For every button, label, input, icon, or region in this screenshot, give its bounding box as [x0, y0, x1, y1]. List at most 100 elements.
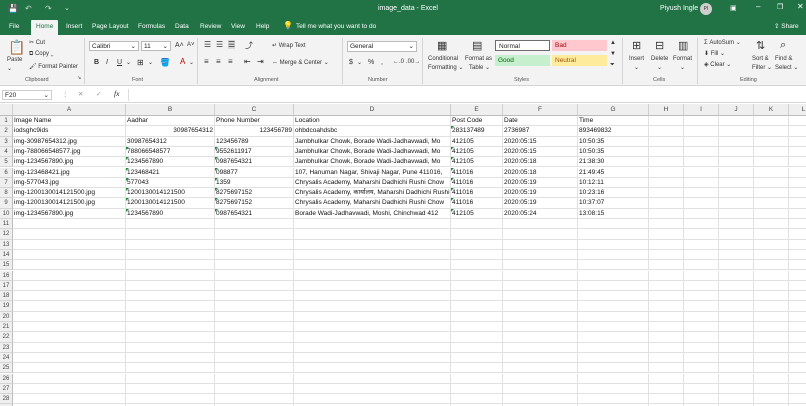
cell-j9[interactable] [719, 198, 754, 209]
cell-d21[interactable] [294, 322, 451, 333]
cell-l20[interactable] [789, 312, 806, 322]
cell-h20[interactable] [649, 311, 684, 322]
cell-h1[interactable] [649, 116, 684, 127]
cell-d4[interactable]: Jambhulkar Chowk, Borade Wadi-Jadhavwadi… [294, 146, 451, 158]
cell-g15[interactable] [578, 260, 649, 271]
cell-l15[interactable] [789, 260, 806, 271]
wrap-text-button[interactable]: ↵ Wrap Text [272, 42, 306, 49]
cell-e3[interactable]: 412105 [451, 136, 503, 147]
column-header-d[interactable]: D [294, 104, 451, 116]
cell-k19[interactable] [754, 301, 789, 312]
cell-a10[interactable]: img-1234567890.jpg [13, 208, 126, 219]
cell-b7[interactable]: 577043 [126, 177, 215, 189]
save-icon[interactable]: 💾 [8, 4, 18, 13]
tab-formulas[interactable]: Formulas [136, 21, 167, 35]
cell-f5[interactable]: 2020:05:18 [503, 157, 578, 168]
cell-h5[interactable] [649, 157, 684, 168]
cell-e15[interactable] [451, 260, 503, 271]
cell-a18[interactable] [13, 291, 126, 302]
cell-h8[interactable] [649, 188, 684, 199]
cell-k22[interactable] [754, 332, 789, 343]
cell-a12[interactable] [13, 229, 126, 240]
cell-i16[interactable] [684, 270, 719, 281]
row-header-24[interactable]: 24 [0, 352, 13, 364]
cell-h13[interactable] [649, 239, 684, 250]
cell-f19[interactable] [503, 301, 578, 312]
cell-l12[interactable] [789, 229, 806, 240]
align-center-icon[interactable]: ≡ [216, 57, 221, 66]
row-header-13[interactable]: 13 [0, 239, 13, 250]
percent-button[interactable]: % [368, 59, 374, 66]
cell-b2[interactable]: 30987654312 [126, 126, 215, 137]
cell-k21[interactable] [754, 322, 789, 333]
cell-l16[interactable] [789, 271, 806, 281]
redo-icon[interactable]: ↷ [45, 4, 52, 13]
autosum-button[interactable]: Σ AutoSum ⌄ [704, 39, 741, 46]
cell-k14[interactable] [754, 249, 789, 261]
cell-a6[interactable]: img-123468421.jpg [13, 167, 126, 178]
formula-input[interactable] [128, 89, 804, 101]
cell-j16[interactable] [719, 270, 754, 281]
cell-g17[interactable] [578, 280, 649, 292]
share-button[interactable]: ⇪ Share [774, 22, 799, 30]
cell-l24[interactable] [789, 353, 806, 364]
cell-d9[interactable]: Chrysalis Academy, Maharshi Dadhichi Rus… [294, 198, 451, 209]
underline-button[interactable]: U [117, 59, 122, 66]
cell-h26[interactable] [649, 373, 684, 384]
cell-h16[interactable] [649, 270, 684, 281]
column-header-g[interactable]: G [578, 104, 649, 116]
row-header-25[interactable]: 25 [0, 363, 13, 374]
cell-b1[interactable]: Aadhar [126, 116, 215, 127]
format-as-table-button[interactable]: Format as [465, 56, 492, 62]
cell-i22[interactable] [684, 332, 719, 343]
cell-c7[interactable]: 1359 [215, 177, 294, 189]
cell-h18[interactable] [649, 291, 684, 302]
cell-a27[interactable] [13, 383, 126, 395]
row-header-23[interactable]: 23 [0, 342, 13, 353]
cell-c24[interactable] [215, 352, 294, 364]
merge-center-button[interactable]: ⇔ Merge & Center ⌄ [272, 59, 329, 66]
row-header-26[interactable]: 26 [0, 373, 13, 384]
cell-k16[interactable] [754, 270, 789, 281]
cell-j6[interactable] [719, 167, 754, 178]
cell-f3[interactable]: 2020:05:15 [503, 136, 578, 147]
cell-b26[interactable] [126, 373, 215, 384]
tab-insert[interactable]: Insert [64, 21, 84, 35]
cell-e5[interactable]: 412105 [451, 157, 503, 168]
cell-g9[interactable]: 10:37:07 [578, 198, 649, 209]
tab-file[interactable]: File [7, 21, 21, 35]
cell-f20[interactable] [503, 311, 578, 322]
cell-k12[interactable] [754, 229, 789, 240]
cell-c19[interactable] [215, 301, 294, 312]
cell-g4[interactable]: 10:50:35 [578, 146, 649, 158]
column-header-k[interactable]: K [754, 104, 789, 116]
paste-button[interactable]: Paste [7, 57, 22, 63]
cell-a16[interactable] [13, 270, 126, 281]
cell-e18[interactable] [451, 291, 503, 302]
cell-a28[interactable] [13, 394, 126, 405]
cell-a25[interactable] [13, 363, 126, 374]
cell-g28[interactable] [578, 394, 649, 405]
cell-h21[interactable] [649, 322, 684, 333]
cell-c8[interactable]: 8275697152 [215, 188, 294, 199]
cell-d12[interactable] [294, 229, 451, 240]
cell-f22[interactable] [503, 332, 578, 343]
cell-e22[interactable] [451, 332, 503, 343]
column-header-l[interactable]: L [789, 104, 806, 116]
cell-k8[interactable] [754, 188, 789, 199]
cell-i2[interactable] [684, 126, 719, 137]
cell-i4[interactable] [684, 146, 719, 158]
cell-g12[interactable] [578, 229, 649, 240]
cell-b18[interactable] [126, 291, 215, 302]
cell-k1[interactable] [754, 116, 789, 127]
cell-l6[interactable] [789, 168, 806, 178]
cell-k28[interactable] [754, 394, 789, 405]
cell-d27[interactable] [294, 383, 451, 395]
cell-c28[interactable] [215, 394, 294, 405]
find-select-button[interactable]: Find & [775, 56, 792, 62]
cell-c11[interactable] [215, 219, 294, 230]
cell-f12[interactable] [503, 229, 578, 240]
borders-icon[interactable]: ⊞ [137, 58, 144, 67]
decrease-decimal-icon[interactable]: .00→ [406, 59, 420, 65]
cell-g2[interactable]: 893469832 [578, 126, 649, 137]
